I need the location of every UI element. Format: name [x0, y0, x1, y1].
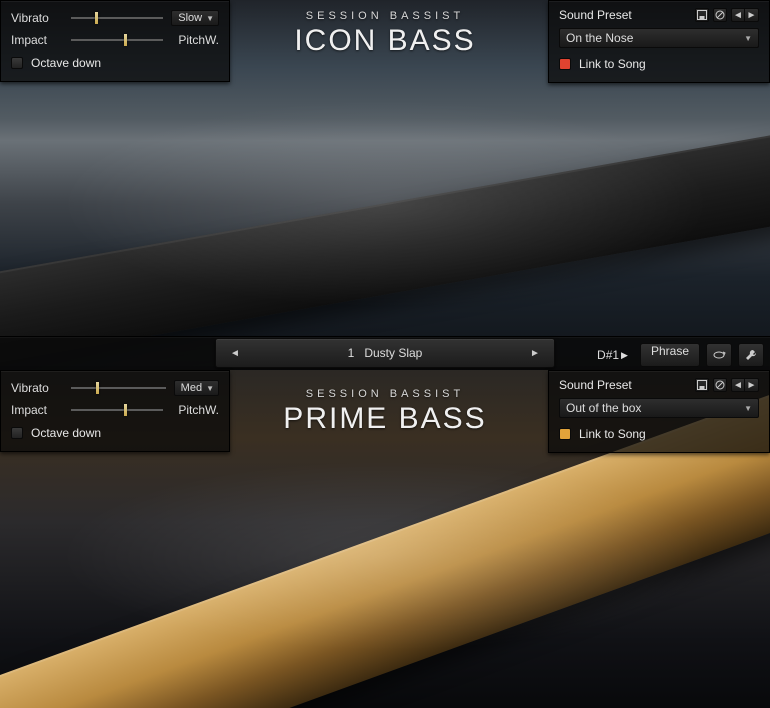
prev-preset-button[interactable]: ◄ — [731, 8, 745, 22]
instrument-icon-bass: Vibrato Slow ▼ Impact PitchW. Octave dow… — [0, 0, 770, 370]
link-to-song-checkbox[interactable] — [559, 428, 571, 440]
instrument-title: ICON BASS — [294, 24, 475, 58]
pattern-name[interactable]: 1 Dusty Slap — [244, 346, 526, 360]
instrument-title: PRIME BASS — [283, 402, 486, 436]
vibrato-speed-value: Slow — [178, 12, 202, 24]
octave-down-row: Octave down — [11, 53, 219, 73]
title-block: SESSION BASSIST PRIME BASS — [283, 388, 486, 436]
sound-preset-header: Sound Preset ◄ ► — [559, 6, 759, 24]
title-block: SESSION BASSIST ICON BASS — [294, 10, 475, 58]
octave-down-label: Octave down — [31, 426, 101, 440]
bass-neck-art — [0, 116, 770, 370]
key-display[interactable]: D#1 ▶ — [591, 344, 634, 366]
floppy-icon — [697, 380, 707, 390]
wrench-icon — [744, 348, 758, 362]
play-icon: ▶ — [621, 350, 628, 361]
impact-slider[interactable] — [71, 405, 163, 415]
pattern-bar: ◄ 1 Dusty Slap ► D#1 ▶ Phrase — [0, 336, 770, 370]
next-preset-button[interactable]: ► — [745, 378, 759, 392]
link-to-song-checkbox[interactable] — [559, 58, 571, 70]
impact-row: Impact PitchW. — [11, 29, 219, 51]
slider-thumb[interactable] — [124, 34, 127, 46]
pattern-selector: ◄ 1 Dusty Slap ► — [215, 338, 555, 368]
next-preset-button[interactable]: ► — [745, 8, 759, 22]
vibrato-row: Vibrato Med ▼ — [11, 377, 219, 399]
performance-panel: Vibrato Slow ▼ Impact PitchW. Octave dow… — [0, 0, 230, 82]
no-icon — [715, 10, 725, 20]
octave-down-label: Octave down — [31, 56, 101, 70]
loop-button[interactable] — [706, 343, 732, 367]
save-preset-icon[interactable] — [695, 378, 709, 392]
link-to-song-row: Link to Song — [559, 54, 759, 74]
sound-preset-header: Sound Preset ◄ ► — [559, 376, 759, 394]
floppy-icon — [697, 10, 707, 20]
no-icon — [715, 380, 725, 390]
settings-button[interactable] — [738, 343, 764, 367]
sound-preset-label: Sound Preset — [559, 8, 632, 22]
sound-preset-dropdown[interactable]: On the Nose ▼ — [559, 28, 759, 48]
slider-thumb[interactable] — [124, 404, 127, 416]
slider-track — [71, 409, 163, 411]
vibrato-label: Vibrato — [11, 11, 63, 25]
pitchwheel-label: PitchW. — [171, 403, 219, 417]
sound-preset-dropdown[interactable]: Out of the box ▼ — [559, 398, 759, 418]
link-to-song-row: Link to Song — [559, 424, 759, 444]
prev-preset-button[interactable]: ◄ — [731, 378, 745, 392]
instrument-prime-bass: Vibrato Med ▼ Impact PitchW. Octave down… — [0, 370, 770, 708]
octave-down-checkbox[interactable] — [11, 427, 23, 439]
performance-panel: Vibrato Med ▼ Impact PitchW. Octave down — [0, 370, 230, 452]
pitchwheel-label: PitchW. — [171, 33, 219, 47]
prev-pattern-button[interactable]: ◄ — [226, 348, 244, 359]
slider-track — [71, 17, 163, 19]
sound-preset-panel: Sound Preset ◄ ► On the Nose ▼ Link to S… — [548, 0, 770, 83]
pattern-bar-right: D#1 ▶ Phrase — [591, 343, 764, 367]
save-preset-icon[interactable] — [695, 8, 709, 22]
link-to-song-label: Link to Song — [579, 57, 646, 71]
vibrato-row: Vibrato Slow ▼ — [11, 7, 219, 29]
phrase-button[interactable]: Phrase — [640, 343, 700, 367]
slider-thumb[interactable] — [95, 12, 98, 24]
impact-row: Impact PitchW. — [11, 399, 219, 421]
vibrato-speed-dropdown[interactable]: Med ▼ — [174, 380, 219, 396]
vibrato-slider[interactable] — [71, 13, 163, 23]
product-line-label: SESSION BASSIST — [294, 10, 475, 22]
key-value: D#1 — [597, 348, 619, 362]
vibrato-speed-value: Med — [181, 382, 202, 394]
chevron-down-icon: ▼ — [744, 34, 752, 43]
next-pattern-button[interactable]: ► — [526, 348, 544, 359]
chevron-down-icon: ▼ — [744, 404, 752, 413]
sound-preset-value: On the Nose — [566, 31, 633, 45]
vibrato-label: Vibrato — [11, 381, 63, 395]
octave-down-checkbox[interactable] — [11, 57, 23, 69]
chevron-down-icon: ▼ — [206, 14, 214, 23]
pattern-index: 1 — [348, 346, 355, 360]
sound-preset-value: Out of the box — [566, 401, 641, 415]
pattern-title: Dusty Slap — [364, 346, 422, 360]
product-line-label: SESSION BASSIST — [283, 388, 486, 400]
sound-preset-panel: Sound Preset ◄ ► Out of the box ▼ Link t… — [548, 370, 770, 453]
link-to-song-label: Link to Song — [579, 427, 646, 441]
sound-preset-label: Sound Preset — [559, 378, 632, 392]
slider-track — [71, 39, 163, 41]
disable-preset-icon[interactable] — [713, 8, 727, 22]
impact-slider[interactable] — [71, 35, 163, 45]
vibrato-speed-dropdown[interactable]: Slow ▼ — [171, 10, 219, 26]
slider-thumb[interactable] — [96, 382, 99, 394]
impact-label: Impact — [11, 403, 63, 417]
disable-preset-icon[interactable] — [713, 378, 727, 392]
octave-down-row: Octave down — [11, 423, 219, 443]
vibrato-slider[interactable] — [71, 383, 166, 393]
slider-track — [71, 387, 166, 389]
chevron-down-icon: ▼ — [206, 384, 214, 393]
impact-label: Impact — [11, 33, 63, 47]
loop-icon — [712, 349, 726, 361]
